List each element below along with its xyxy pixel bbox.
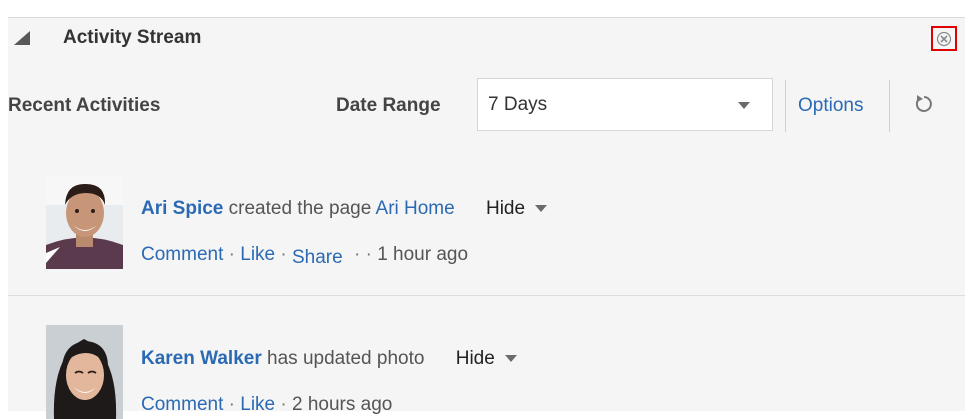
panel-header: Activity Stream [8, 18, 965, 58]
separator: · [228, 244, 235, 265]
options-link[interactable]: Options [798, 95, 863, 117]
activity-actions: Comment · Like · 2 hours ago [141, 394, 392, 416]
avatar[interactable] [46, 175, 123, 269]
activity-action-text: has updated photo [267, 348, 425, 369]
separator: · [228, 394, 235, 415]
avatar-image [46, 175, 123, 269]
close-button[interactable] [931, 26, 957, 51]
refresh-icon[interactable] [911, 92, 935, 116]
timestamp: 1 hour ago [377, 244, 469, 265]
activity-action-text: created the page [228, 198, 372, 219]
hide-button[interactable]: Hide [485, 198, 548, 219]
comment-link[interactable]: Comment [141, 394, 223, 415]
share-link[interactable]: Share [292, 247, 343, 268]
chevron-down-icon [738, 102, 750, 109]
activity-actions: Comment · Like · Share · · 1 hour ago [141, 244, 469, 268]
date-range-value: 7 Days [488, 94, 548, 115]
separator: · [353, 244, 361, 265]
activity-toolbar: Recent Activities Date Range 7 Days Opti… [8, 78, 965, 136]
chevron-down-icon [504, 355, 517, 363]
avatar-image [46, 325, 123, 419]
like-link[interactable]: Like [240, 394, 275, 415]
separator: · [280, 394, 287, 415]
avatar[interactable] [46, 325, 123, 419]
toolbar-divider [785, 80, 786, 132]
activity-summary: Ari Spice created the page Ari Home Hide [141, 198, 548, 220]
close-icon [936, 31, 952, 46]
hide-label: Hide [455, 348, 495, 369]
toolbar-divider [889, 80, 890, 132]
user-link[interactable]: Karen Walker [141, 348, 262, 369]
timestamp: 2 hours ago [292, 394, 393, 415]
activity-stream-panel: Activity Stream Recent Activities Date R… [8, 17, 965, 419]
date-range-label: Date Range [336, 95, 441, 116]
user-link[interactable]: Ari Spice [141, 198, 223, 219]
chevron-down-icon [535, 205, 548, 213]
activity-summary: Karen Walker has updated photo Hide [141, 348, 517, 370]
collapse-icon[interactable] [14, 31, 30, 45]
activity-divider [8, 295, 965, 296]
comment-link[interactable]: Comment [141, 244, 223, 265]
hide-button[interactable]: Hide [456, 348, 517, 369]
separator: · [365, 244, 372, 265]
hide-label: Hide [485, 198, 526, 219]
separator: · [280, 244, 287, 265]
panel-title: Activity Stream [63, 27, 202, 48]
like-link[interactable]: Like [240, 244, 275, 265]
recent-activities-label: Recent Activities [8, 95, 161, 116]
target-page-link[interactable]: Ari Home [376, 198, 455, 219]
date-range-select[interactable]: 7 Days [477, 78, 773, 131]
